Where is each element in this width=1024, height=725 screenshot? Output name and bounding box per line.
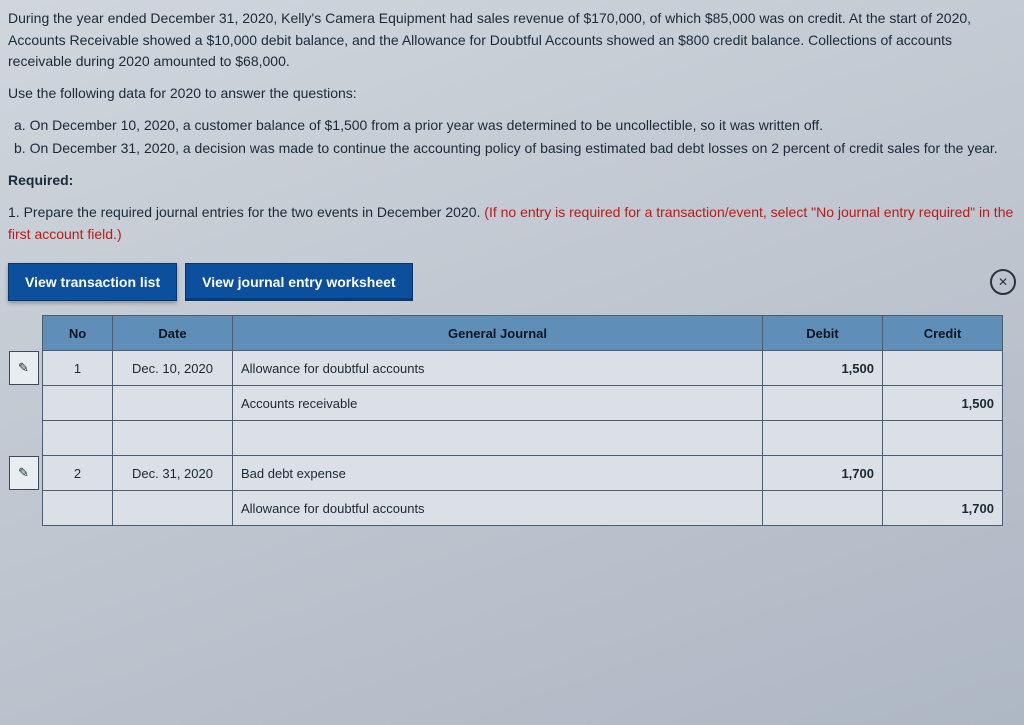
cell-credit[interactable]: 1,500 xyxy=(883,386,1003,421)
cell-date[interactable] xyxy=(113,421,233,456)
cell-no: ✎ 1 xyxy=(43,351,113,386)
cell-account[interactable]: Allowance for doubtful accounts xyxy=(233,351,763,386)
cell-debit[interactable] xyxy=(763,491,883,526)
edit-row-button[interactable]: ✎ xyxy=(9,351,39,385)
pencil-icon: ✎ xyxy=(18,360,29,376)
col-debit: Debit xyxy=(763,316,883,351)
item-b: b. On December 31, 2020, a decision was … xyxy=(14,138,1016,160)
intro-paragraph: During the year ended December 31, 2020,… xyxy=(8,8,1016,73)
cell-debit[interactable] xyxy=(763,386,883,421)
col-no: No xyxy=(43,316,113,351)
table-row: ✎ 1 Dec. 10, 2020 Allowance for doubtful… xyxy=(43,351,1003,386)
cell-debit[interactable]: 1,500 xyxy=(763,351,883,386)
cell-date[interactable]: Dec. 31, 2020 xyxy=(113,456,233,491)
cell-no: ✎ 2 xyxy=(43,456,113,491)
table-row xyxy=(43,421,1003,456)
table-row: Accounts receivable 1,500 xyxy=(43,386,1003,421)
col-general-journal: General Journal xyxy=(233,316,763,351)
pencil-icon: ✎ xyxy=(18,465,29,481)
intro-lead: Use the following data for 2020 to answe… xyxy=(8,83,1016,105)
entry-no: 1 xyxy=(74,361,81,376)
cell-no xyxy=(43,386,113,421)
requirement-1-text: 1. Prepare the required journal entries … xyxy=(8,204,484,220)
col-date: Date xyxy=(113,316,233,351)
cell-credit[interactable] xyxy=(883,421,1003,456)
table-row: ✎ 2 Dec. 31, 2020 Bad debt expense 1,700 xyxy=(43,456,1003,491)
table-header-row: No Date General Journal Debit Credit xyxy=(43,316,1003,351)
entry-no: 2 xyxy=(74,466,81,481)
cell-credit[interactable] xyxy=(883,456,1003,491)
tab-bar: View transaction list View journal entry… xyxy=(8,263,1016,301)
view-transaction-list-button[interactable]: View transaction list xyxy=(8,263,177,301)
cell-account[interactable]: Bad debt expense xyxy=(233,456,763,491)
col-credit: Credit xyxy=(883,316,1003,351)
cell-account[interactable]: Accounts receivable xyxy=(233,386,763,421)
close-icon[interactable]: ✕ xyxy=(990,269,1016,295)
view-journal-worksheet-button[interactable]: View journal entry worksheet xyxy=(185,263,412,301)
edit-row-button[interactable]: ✎ xyxy=(9,456,39,490)
cell-account[interactable] xyxy=(233,421,763,456)
cell-credit[interactable] xyxy=(883,351,1003,386)
given-data-list: a. On December 10, 2020, a customer bala… xyxy=(8,115,1016,160)
problem-statement: During the year ended December 31, 2020,… xyxy=(8,8,1016,245)
cell-credit[interactable]: 1,700 xyxy=(883,491,1003,526)
item-a: a. On December 10, 2020, a customer bala… xyxy=(14,115,1016,137)
journal-table-wrap: No Date General Journal Debit Credit ✎ 1… xyxy=(8,315,1016,526)
cell-debit[interactable]: 1,700 xyxy=(763,456,883,491)
cell-date[interactable] xyxy=(113,386,233,421)
cell-no xyxy=(43,421,113,456)
requirement-1: 1. Prepare the required journal entries … xyxy=(8,202,1016,245)
cell-date[interactable] xyxy=(113,491,233,526)
cell-account[interactable]: Allowance for doubtful accounts xyxy=(233,491,763,526)
cell-debit[interactable] xyxy=(763,421,883,456)
table-row: Allowance for doubtful accounts 1,700 xyxy=(43,491,1003,526)
cell-no xyxy=(43,491,113,526)
general-journal-table: No Date General Journal Debit Credit ✎ 1… xyxy=(42,315,1003,526)
cell-date[interactable]: Dec. 10, 2020 xyxy=(113,351,233,386)
required-heading: Required: xyxy=(8,170,1016,192)
